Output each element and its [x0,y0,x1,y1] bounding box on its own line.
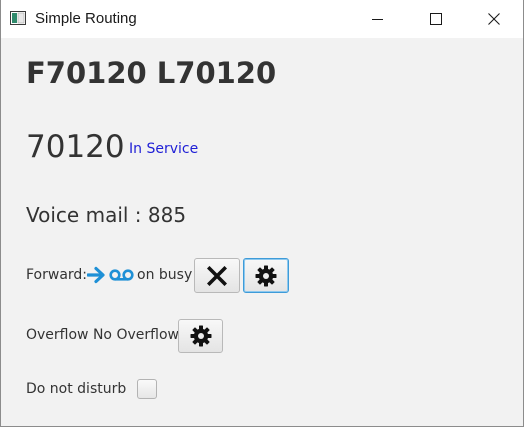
gear-icon [255,265,277,286]
minimize-button[interactable] [355,0,401,38]
voicemail-label: Voice mail : 885 [26,203,187,227]
status-label: In Service [129,141,199,157]
do-not-disturb-checkbox[interactable] [137,379,157,399]
user-name-heading: F70120 L70120 [26,56,277,90]
title-bar[interactable]: Simple Routing [1,0,523,38]
forward-condition: on busy [137,267,193,283]
overflow-label: Overflow No Overflow [26,327,179,343]
clear-forward-button[interactable] [194,258,240,293]
overflow-settings-button[interactable] [178,319,223,353]
window-title: Simple Routing [35,10,137,27]
maximize-icon [430,13,442,25]
app-window: Simple Routing F70120 L70120 70120 In Se… [0,0,524,427]
do-not-disturb-label: Do not disturb [26,381,127,397]
gear-icon [190,325,211,347]
close-button[interactable] [471,0,517,38]
forward-label: Forward: [26,267,88,283]
maximize-button[interactable] [413,0,459,38]
arrow-right-icon [87,266,105,284]
close-icon [488,13,500,25]
phone-number: 70120 [26,129,125,165]
app-icon [10,11,26,25]
voicemail-icon [109,269,134,281]
forward-settings-button[interactable] [243,258,289,293]
minimize-icon [372,19,383,20]
close-x-icon [207,265,227,286]
